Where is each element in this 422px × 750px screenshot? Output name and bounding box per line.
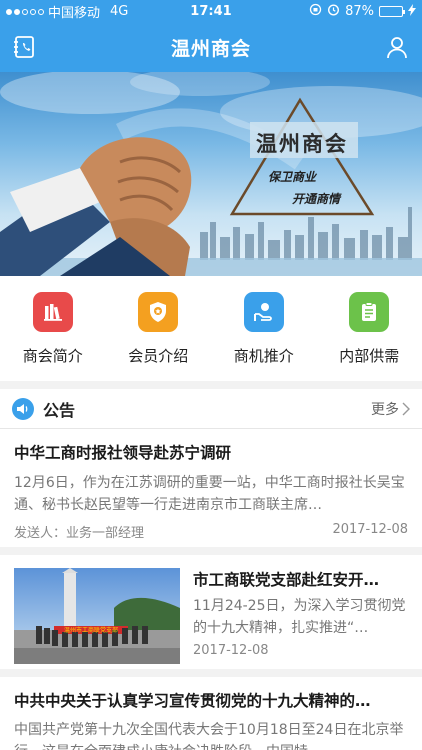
- navigation-bar: 温州商会: [0, 23, 422, 72]
- alarm-icon: [327, 3, 340, 20]
- hand-coin-icon: [243, 292, 284, 332]
- banner-slogan: 开通商情: [292, 192, 341, 206]
- list-item[interactable]: 温州市工商联党支部 市工商联党支部赴红安开… 11月24-25日，为深入学习贯彻…: [0, 555, 422, 677]
- status-left: 中国移动 4G: [6, 2, 146, 21]
- news-date: 2017-12-08: [193, 643, 269, 658]
- menu-item-chamber-intro[interactable]: 商会简介: [0, 276, 106, 381]
- banner-slogan: 保卫商业: [268, 170, 317, 184]
- news-summary: 11月24-25日，为深入学习贯彻党的十九大精神，扎实推进“…: [193, 598, 406, 636]
- menu-label: 商机推介: [233, 347, 294, 365]
- page-title: 温州商会: [170, 38, 251, 60]
- thumbnail-banner-text: 温州市工商联党支部: [64, 626, 118, 634]
- menu-label: 会员介绍: [128, 347, 189, 365]
- clipboard-icon: [349, 292, 390, 332]
- rotation-lock-icon: [309, 3, 322, 20]
- menu-item-internal-supply[interactable]: 内部供需: [317, 276, 422, 381]
- clock: 17:41: [190, 4, 232, 19]
- news-title: 中华工商时报社领导赴苏宁调研: [14, 444, 232, 462]
- section-title: 公告: [43, 400, 76, 420]
- news-summary: 12月6日，作为在江苏调研的重要一站，中华工商时报社长吴宝通、秘书长赵民望等一行…: [14, 475, 405, 513]
- user-icon[interactable]: [385, 35, 409, 59]
- badge-icon: [138, 292, 179, 332]
- menu-label: 内部供需: [339, 347, 400, 365]
- menu-item-business-opportunity[interactable]: 商机推介: [211, 276, 317, 381]
- news-summary: 中国共产党第十九次全国代表大会于10月18日至24日在北京举行。这是在全面建成小…: [14, 722, 404, 750]
- status-right: 87%: [276, 3, 416, 20]
- battery-percent: 87%: [345, 4, 374, 19]
- news-body: 市工商联党支部赴红安开… 11月24-25日，为深入学习贯彻党的十九大精神，扎实…: [193, 568, 408, 669]
- signal-strength-icon: [6, 8, 44, 15]
- news-meta: 发送人：业务一部经理 2017-12-08: [14, 522, 408, 541]
- battery-icon: [379, 6, 405, 17]
- more-label: 更多: [371, 401, 399, 418]
- banner-carousel[interactable]: 温州商会 保卫商业 开通商情: [0, 72, 422, 276]
- status-bar: 中国移动 4G 17:41 87%: [0, 0, 422, 23]
- news-date: 2017-12-08: [332, 522, 408, 537]
- menu-label: 商会简介: [22, 347, 83, 365]
- news-list: 中华工商时报社领导赴苏宁调研 12月6日，作为在江苏调研的重要一站，中华工商时报…: [0, 429, 422, 750]
- news-thumbnail: 温州市工商联党支部: [14, 568, 180, 664]
- chevron-right-icon: [402, 402, 410, 415]
- quick-menu: 商会简介 会员介绍 商机推介 内部供需: [0, 276, 422, 381]
- banner-title: 温州商会: [256, 131, 348, 156]
- news-title: 中共中央关于认真学习宣传贯彻党的十九大精神的…: [14, 692, 371, 710]
- news-title: 市工商联党支部赴红安开…: [193, 571, 380, 589]
- contacts-book-icon[interactable]: [13, 35, 37, 59]
- notice-header: 公告 更多: [0, 389, 422, 429]
- books-icon: [32, 292, 73, 332]
- network-label: 4G: [110, 4, 129, 19]
- banner-image: [0, 72, 422, 276]
- more-link[interactable]: 更多: [371, 399, 410, 419]
- speaker-icon: [12, 397, 34, 420]
- list-item[interactable]: 中共中央关于认真学习宣传贯彻党的十九大精神的… 中国共产党第十九次全国代表大会于…: [0, 677, 422, 750]
- charging-icon: [408, 3, 416, 20]
- news-sender: 发送人：业务一部经理: [14, 526, 145, 541]
- list-item[interactable]: 中华工商时报社领导赴苏宁调研 12月6日，作为在江苏调研的重要一站，中华工商时报…: [0, 429, 422, 555]
- menu-item-member-intro[interactable]: 会员介绍: [106, 276, 212, 381]
- carrier-label: 中国移动: [48, 6, 101, 21]
